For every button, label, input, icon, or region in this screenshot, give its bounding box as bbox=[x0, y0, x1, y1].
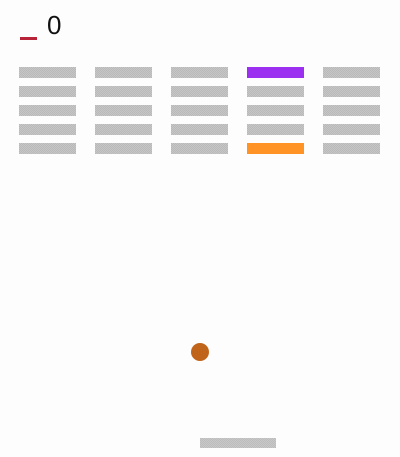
brick-r1-c5 bbox=[323, 67, 380, 78]
brick-grid bbox=[19, 67, 380, 154]
brick-r2-c4 bbox=[247, 86, 304, 97]
brick-r2-c3 bbox=[171, 86, 228, 97]
brick-r3-c1 bbox=[19, 105, 76, 116]
brick-r5-c2 bbox=[95, 143, 152, 154]
brick-r5-c5 bbox=[323, 143, 380, 154]
brick-r5-c1 bbox=[19, 143, 76, 154]
brick-r1-c1 bbox=[19, 67, 76, 78]
game-canvas[interactable]: 0 bbox=[0, 0, 400, 457]
lives-indicator bbox=[20, 37, 37, 40]
brick-r4-c5 bbox=[323, 124, 380, 135]
brick-r2-c5 bbox=[323, 86, 380, 97]
paddle[interactable] bbox=[200, 438, 276, 448]
brick-r4-c3 bbox=[171, 124, 228, 135]
brick-r2-c2 bbox=[95, 86, 152, 97]
brick-r4-c2 bbox=[95, 124, 152, 135]
brick-r3-c5 bbox=[323, 105, 380, 116]
brick-r1-c3 bbox=[171, 67, 228, 78]
brick-r4-c1 bbox=[19, 124, 76, 135]
ball bbox=[191, 343, 209, 361]
brick-r4-c4 bbox=[247, 124, 304, 135]
brick-r3-c3 bbox=[171, 105, 228, 116]
brick-r3-c4 bbox=[247, 105, 304, 116]
brick-r2-c1 bbox=[19, 86, 76, 97]
brick-r3-c2 bbox=[95, 105, 152, 116]
brick-r1-c4 bbox=[247, 67, 304, 78]
brick-r5-c3 bbox=[171, 143, 228, 154]
brick-r5-c4 bbox=[247, 143, 304, 154]
brick-r1-c2 bbox=[95, 67, 152, 78]
score-display: 0 bbox=[47, 10, 62, 40]
